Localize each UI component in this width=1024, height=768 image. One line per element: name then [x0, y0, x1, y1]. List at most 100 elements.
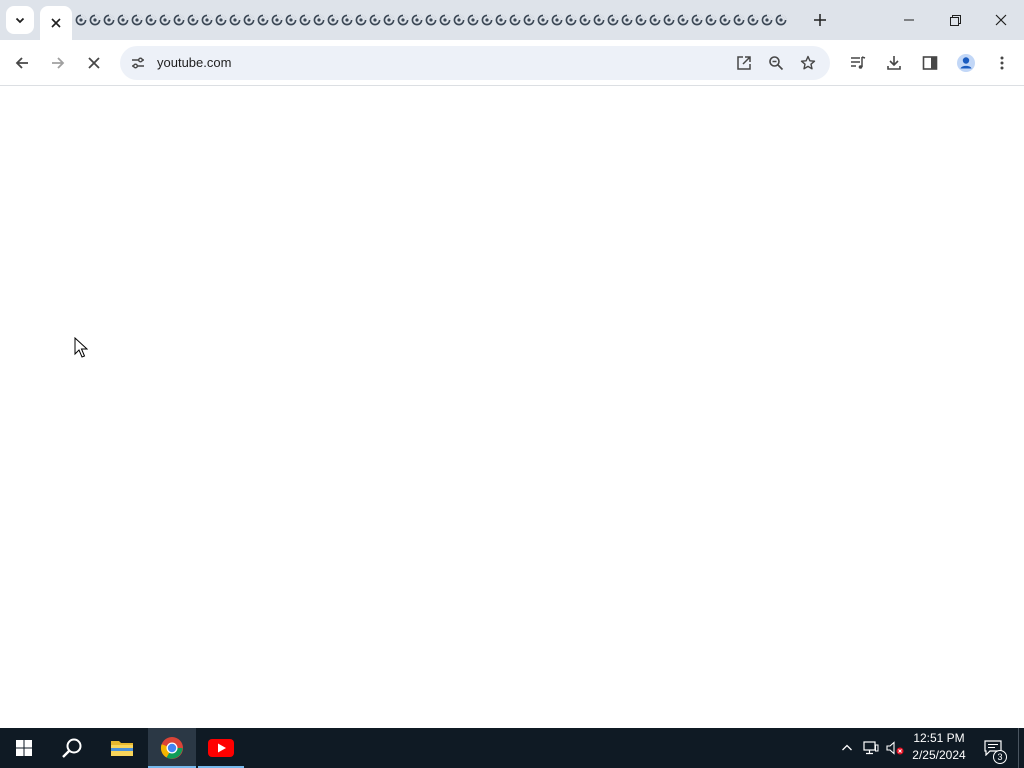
tab-item[interactable] [634, 12, 648, 28]
arrow-left-icon [15, 57, 28, 69]
tab-item[interactable] [606, 12, 620, 28]
tab-item[interactable] [508, 12, 522, 28]
tab-item[interactable] [214, 12, 228, 28]
youtube-icon [208, 739, 234, 757]
tab-item[interactable] [256, 12, 270, 28]
stop-loading-button[interactable] [78, 47, 110, 79]
loading-spinner-icon [453, 14, 465, 26]
tab-item[interactable] [326, 12, 340, 28]
tab-item[interactable] [130, 12, 144, 28]
tab-item[interactable] [186, 12, 200, 28]
loading-spinner-icon [733, 14, 745, 26]
tab-item[interactable] [522, 12, 536, 28]
tab-item[interactable] [676, 12, 690, 28]
address-bar[interactable]: youtube.com [120, 46, 830, 80]
tab-item[interactable] [424, 12, 438, 28]
tab-item[interactable] [396, 12, 410, 28]
new-tab-button[interactable] [806, 6, 834, 34]
minimize-button[interactable] [886, 0, 932, 40]
bookmark-button[interactable] [794, 49, 822, 77]
system-clock[interactable]: 12:51 PM 2/25/2024 [906, 730, 972, 766]
network-button[interactable] [860, 728, 882, 768]
site-info-button[interactable] [124, 49, 152, 77]
start-button[interactable] [0, 728, 48, 768]
volume-muted-icon [886, 741, 904, 755]
tab-item[interactable] [466, 12, 480, 28]
tab-item[interactable] [746, 12, 760, 28]
search-button[interactable] [48, 728, 96, 768]
tab-item[interactable] [718, 12, 732, 28]
search-icon [62, 738, 82, 758]
show-desktop-button[interactable] [1018, 728, 1024, 768]
loading-spinner-icon [411, 14, 423, 26]
restore-button[interactable] [932, 0, 978, 40]
volume-button[interactable] [884, 728, 906, 768]
tab-item[interactable] [88, 12, 102, 28]
tab-search-button[interactable] [6, 6, 34, 34]
chrome-taskbar-button[interactable] [148, 728, 196, 768]
tab-item[interactable] [578, 12, 592, 28]
tab-item[interactable] [592, 12, 606, 28]
tab-item[interactable] [340, 12, 354, 28]
tab-item[interactable] [270, 12, 284, 28]
tab-item[interactable] [74, 12, 88, 28]
show-hidden-icons-button[interactable] [836, 728, 858, 768]
tab-item[interactable] [438, 12, 452, 28]
active-tab[interactable] [40, 6, 72, 40]
tab-item[interactable] [410, 12, 424, 28]
menu-button[interactable] [986, 47, 1018, 79]
loading-spinner-icon [75, 14, 87, 26]
action-center-button[interactable]: 3 [978, 728, 1008, 768]
tab-item[interactable] [354, 12, 368, 28]
tab-item[interactable] [158, 12, 172, 28]
tab-item[interactable] [368, 12, 382, 28]
loading-spinner-icon [145, 14, 157, 26]
media-control-button[interactable] [842, 47, 874, 79]
tab-item[interactable] [228, 12, 242, 28]
side-panel-button[interactable] [914, 47, 946, 79]
close-window-button[interactable] [978, 0, 1024, 40]
tab-item[interactable] [536, 12, 550, 28]
profile-button[interactable] [950, 47, 982, 79]
arrow-right-icon [52, 57, 65, 69]
back-button[interactable] [6, 47, 38, 79]
zoom-button[interactable] [762, 49, 790, 77]
loading-spinner-icon [201, 14, 213, 26]
tab-item[interactable] [144, 12, 158, 28]
chrome-icon [160, 737, 183, 759]
tab-item[interactable] [116, 12, 130, 28]
youtube-taskbar-button[interactable] [198, 728, 244, 768]
tab-item[interactable] [312, 12, 326, 28]
tab-item[interactable] [704, 12, 718, 28]
tab-item[interactable] [550, 12, 564, 28]
page-content[interactable] [0, 87, 1024, 728]
loading-spinner-icon [271, 14, 283, 26]
tab-item[interactable] [564, 12, 578, 28]
tab-item[interactable] [242, 12, 256, 28]
tab-item[interactable] [774, 12, 788, 28]
tab-item[interactable] [452, 12, 466, 28]
zoom-out-icon [769, 56, 784, 71]
tab-item[interactable] [620, 12, 634, 28]
downloads-button[interactable] [878, 47, 910, 79]
open-in-app-button[interactable] [730, 49, 758, 77]
tab-item[interactable] [662, 12, 676, 28]
tab-item[interactable] [284, 12, 298, 28]
tab-item[interactable] [690, 12, 704, 28]
tab-item[interactable] [382, 12, 396, 28]
tab-item[interactable] [480, 12, 494, 28]
tab-item[interactable] [102, 12, 116, 28]
file-explorer-button[interactable] [98, 728, 146, 768]
tab-item[interactable] [200, 12, 214, 28]
url-text[interactable]: youtube.com [157, 55, 231, 70]
tab-item[interactable] [298, 12, 312, 28]
tab-item[interactable] [172, 12, 186, 28]
loading-spinner-icon [229, 14, 241, 26]
forward-button[interactable] [42, 47, 74, 79]
loading-spinner-icon [677, 14, 689, 26]
close-icon[interactable] [51, 18, 61, 28]
tab-item[interactable] [732, 12, 746, 28]
tab-item[interactable] [494, 12, 508, 28]
tab-item[interactable] [648, 12, 662, 28]
tab-item[interactable] [760, 12, 774, 28]
